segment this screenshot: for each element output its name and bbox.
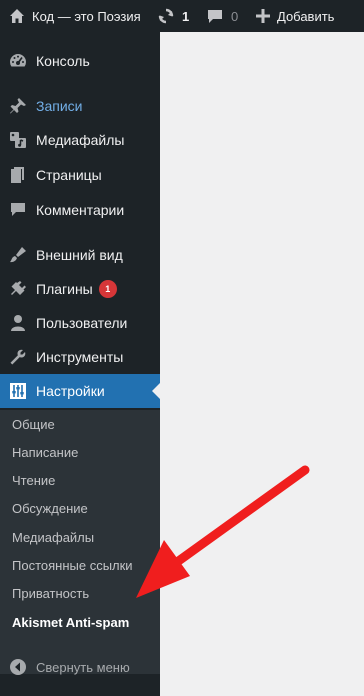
media-icon: [0, 123, 36, 157]
menu-item-pages[interactable]: Страницы: [0, 158, 160, 192]
menu-item-posts[interactable]: Записи: [0, 89, 160, 123]
collapse-menu-button[interactable]: Свернуть меню: [0, 650, 160, 684]
current-menu-indicator: [152, 383, 160, 399]
menu-label: Пользователи: [36, 315, 128, 331]
settings-submenu: Общие Написание Чтение Обсуждение Медиаф…: [0, 410, 160, 674]
submenu-label: Написание: [12, 444, 79, 460]
collapse-menu-label: Свернуть меню: [36, 659, 130, 675]
new-content-link[interactable]: Добавить: [254, 0, 334, 32]
menu-label: Инструменты: [36, 349, 124, 365]
menu-item-media[interactable]: Медиафайлы: [0, 123, 160, 157]
comments-link[interactable]: 0: [206, 0, 238, 32]
admin-bar: Код — это Поэзия 1 0 Добавить: [0, 0, 364, 32]
menu-label: Медиафайлы: [36, 132, 125, 148]
submenu-item-privacy[interactable]: Приватность: [12, 579, 89, 607]
submenu-item-discussion[interactable]: Обсуждение: [12, 494, 88, 522]
menu-item-dashboard[interactable]: Консоль: [0, 44, 160, 78]
site-name: Код — это Поэзия: [32, 8, 141, 24]
refresh-icon: [156, 6, 176, 26]
menu-label: Плагины: [36, 281, 93, 297]
menu-label: Записи: [36, 98, 83, 114]
submenu-item-general[interactable]: Общие: [12, 410, 55, 438]
dashboard-icon: [0, 44, 36, 78]
menu-item-comments[interactable]: Комментарии: [0, 193, 160, 227]
menu-item-appearance[interactable]: Внешний вид: [0, 238, 160, 272]
updates-link[interactable]: 1: [156, 0, 189, 32]
comments-count: 0: [231, 8, 239, 24]
submenu-label: Постоянные ссылки: [12, 557, 133, 573]
pin-icon: [0, 89, 36, 123]
submenu-label: Обсуждение: [12, 500, 88, 516]
submenu-item-writing[interactable]: Написание: [12, 438, 78, 466]
submenu-label: Приватность: [12, 585, 90, 601]
submenu-label: Чтение: [12, 472, 56, 488]
plus-icon: [254, 7, 272, 25]
submenu-item-permalinks[interactable]: Постоянные ссылки: [12, 551, 133, 579]
site-name-link[interactable]: Код — это Поэзия: [8, 0, 141, 32]
menu-item-users[interactable]: Пользователи: [0, 306, 160, 340]
menu-item-plugins[interactable]: Плагины 1: [0, 272, 160, 306]
comment-bubble-icon: [206, 7, 224, 25]
submenu-label: Медиафайлы: [12, 529, 95, 545]
settings-icon: [0, 374, 36, 408]
plugin-icon: [0, 272, 36, 306]
submenu-item-akismet[interactable]: Akismet Anti-spam: [12, 608, 129, 636]
brush-icon: [0, 238, 36, 272]
pages-icon: [0, 158, 36, 192]
submenu-item-media[interactable]: Медиафайлы: [12, 523, 94, 551]
menu-label: Внешний вид: [36, 247, 123, 263]
menu-label: Настройки: [36, 383, 105, 399]
menu-label: Страницы: [36, 167, 102, 183]
wrench-icon: [0, 340, 36, 374]
submenu-label: Общие: [12, 416, 55, 432]
submenu-label: Akismet Anti-spam: [12, 614, 130, 630]
main-content-area: [160, 32, 364, 696]
admin-sidebar: Консоль Записи Медиафайлы Страницы Комме…: [0, 32, 160, 696]
menu-label: Комментарии: [36, 202, 125, 218]
updates-count: 1: [182, 8, 190, 24]
submenu-item-reading[interactable]: Чтение: [12, 466, 55, 494]
menu-label: Консоль: [36, 53, 90, 69]
menu-item-settings[interactable]: Настройки: [0, 374, 160, 408]
home-icon: [8, 7, 26, 25]
user-icon: [0, 306, 36, 340]
plugins-update-badge: 1: [98, 280, 117, 298]
menu-item-tools[interactable]: Инструменты: [0, 340, 160, 374]
comment-icon: [0, 193, 36, 227]
collapse-arrow-icon: [0, 650, 36, 684]
new-content-label: Добавить: [277, 8, 335, 24]
